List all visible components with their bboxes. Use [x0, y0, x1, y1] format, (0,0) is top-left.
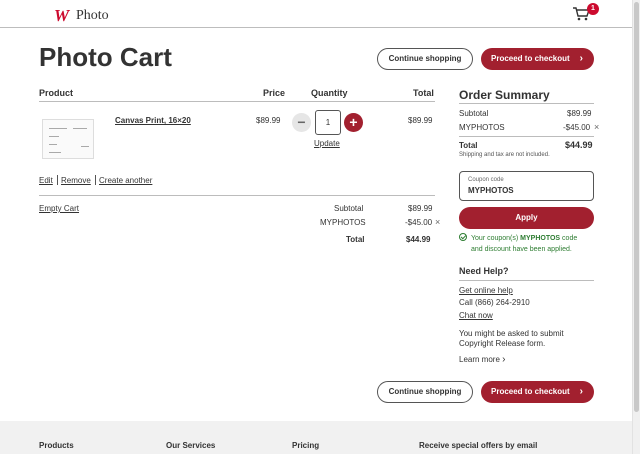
photo-logo-text[interactable]: Photo	[76, 8, 109, 24]
summary-remove-coupon-icon[interactable]: ×	[594, 122, 599, 132]
cart-total-label: Total	[346, 235, 365, 244]
table-bottom-divider	[39, 195, 435, 196]
cart-subtotal-label: Subtotal	[334, 204, 364, 213]
col-header-quantity: Quantity	[311, 88, 348, 98]
col-header-product: Product	[39, 88, 74, 98]
proceed-to-checkout-button-top[interactable]: Proceed to checkout ›	[481, 48, 594, 70]
quantity-decrease-button[interactable]: −	[292, 113, 311, 132]
shipping-note: Shipping and tax are not included.	[459, 152, 550, 158]
cart-coupon-label: MYPHOTOS	[320, 218, 366, 227]
proceed-to-checkout-button-bottom[interactable]: Proceed to checkout ›	[481, 381, 594, 403]
learn-more-link[interactable]: Learn more ›	[459, 354, 506, 365]
need-help-title: Need Help?	[459, 266, 509, 276]
remove-link[interactable]: Remove	[61, 176, 91, 185]
item-total: $89.99	[408, 116, 433, 125]
footer-products[interactable]: Products	[39, 441, 74, 450]
footer-services[interactable]: Our Services	[166, 441, 215, 450]
item-price: $89.99	[256, 116, 281, 125]
checkout-label: Proceed to checkout	[491, 54, 570, 63]
release-note-line1: You might be asked to submit	[459, 329, 564, 338]
summary-divider	[459, 136, 594, 137]
quantity-increase-button[interactable]: +	[344, 113, 363, 132]
quantity-input[interactable]: 1	[315, 110, 341, 135]
footer-pricing[interactable]: Pricing	[292, 441, 319, 450]
online-help-link[interactable]: Get online help	[459, 286, 513, 295]
phone-number: Call (866) 264-2910	[459, 298, 530, 307]
learn-more-label: Learn more	[459, 355, 500, 364]
divider	[57, 175, 58, 185]
chevron-right-icon: ›	[579, 53, 583, 64]
table-header-divider	[39, 101, 435, 102]
check-circle-icon	[459, 233, 467, 241]
top-bar: W Photo 1	[0, 0, 632, 28]
divider	[95, 175, 96, 185]
page-title: Photo Cart	[39, 42, 172, 72]
cart-coupon-value: -$45.00	[405, 218, 433, 227]
summary-coupon-value: -$45.00	[563, 123, 591, 132]
empty-cart-link[interactable]: Empty Cart	[39, 204, 79, 213]
col-header-total: Total	[413, 88, 434, 98]
cart-total-value: $44.99	[406, 235, 431, 244]
checkout-label: Proceed to checkout	[491, 387, 570, 396]
chevron-right-icon: ›	[579, 386, 583, 397]
summary-subtotal-value: $89.99	[567, 109, 592, 118]
success-code: MYPHOTOS	[520, 235, 561, 242]
page-scrollbar[interactable]	[632, 0, 640, 454]
create-another-link[interactable]: Create another	[99, 176, 152, 185]
cart-count-badge: 1	[587, 3, 599, 15]
update-link[interactable]: Update	[314, 139, 340, 148]
cart-subtotal-value: $89.99	[408, 204, 433, 213]
summary-total-label: Total	[459, 141, 478, 150]
coupon-field-value[interactable]: MYPHOTOS	[468, 186, 514, 195]
summary-subtotal-label: Subtotal	[459, 109, 489, 118]
success-text: code	[560, 235, 578, 242]
apply-coupon-button[interactable]: Apply	[459, 207, 594, 229]
col-header-price: Price	[263, 88, 286, 98]
success-text: and discount have been applied.	[471, 246, 572, 253]
order-summary-title: Order Summary	[459, 88, 550, 102]
release-note-line2: Copyright Release form.	[459, 339, 546, 348]
product-thumbnail[interactable]	[42, 119, 94, 159]
remove-coupon-icon[interactable]: ×	[435, 217, 440, 227]
continue-shopping-button-top[interactable]: Continue shopping	[377, 48, 473, 70]
walgreens-logo-mark[interactable]: W	[54, 6, 69, 26]
coupon-field-label: Coupon code	[468, 177, 504, 183]
coupon-success-message: Your coupon(s) MYPHOTOS code and discoun…	[471, 233, 621, 255]
chat-now-link[interactable]: Chat now	[459, 311, 493, 320]
summary-divider	[459, 103, 594, 104]
summary-coupon-label: MYPHOTOS	[459, 123, 505, 132]
success-text: Your coupon(s)	[471, 235, 521, 242]
edit-link[interactable]: Edit	[39, 176, 53, 185]
product-name-link[interactable]: Canvas Print, 16×20	[115, 116, 191, 125]
continue-shopping-button-bottom[interactable]: Continue shopping	[377, 381, 473, 403]
site-footer: Products Our Services Pricing Receive sp…	[0, 421, 632, 454]
summary-total-value: $44.99	[565, 140, 593, 150]
help-divider	[459, 280, 594, 281]
scrollbar-thumb[interactable]	[634, 2, 639, 412]
chevron-right-icon: ›	[502, 354, 506, 365]
footer-offers: Receive special offers by email	[419, 441, 538, 450]
coupon-code-field[interactable]: Coupon code MYPHOTOS	[459, 171, 594, 201]
